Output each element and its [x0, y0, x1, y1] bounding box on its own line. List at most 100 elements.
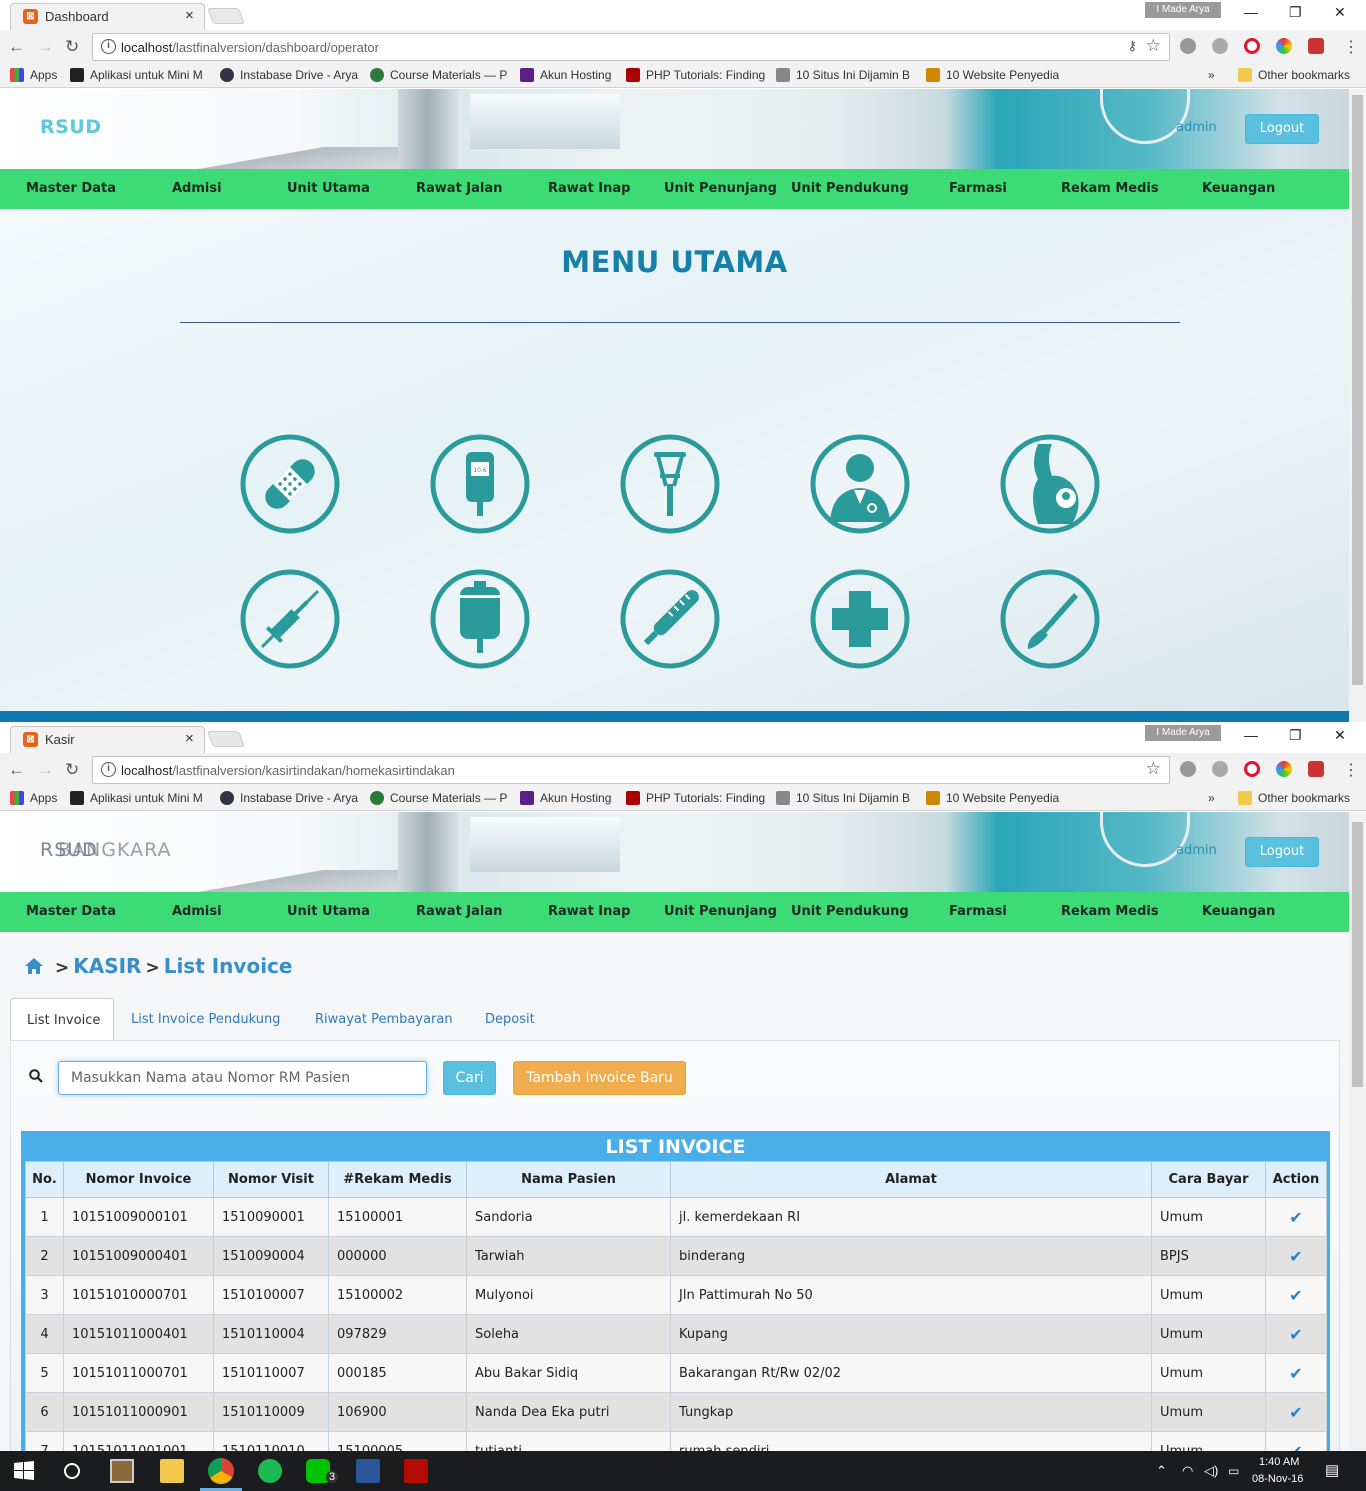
chrome-menu-icon[interactable]: ⋮	[1343, 37, 1359, 57]
bookmark-item[interactable]: Course Materials — P	[370, 68, 510, 82]
bookmark-star-icon[interactable]: ☆	[1146, 759, 1161, 779]
menu-rawat-inap[interactable]: Rawat Inap	[548, 181, 630, 196]
other-bookmarks[interactable]: Other bookmarks	[1238, 68, 1350, 82]
menu-rekam-medis[interactable]: Rekam Medis	[1061, 904, 1159, 919]
minimize-icon[interactable]: —	[1244, 4, 1258, 20]
globe-extension-icon[interactable]	[1212, 761, 1228, 777]
menu-keuangan[interactable]: Keuangan	[1202, 904, 1275, 919]
check-icon[interactable]: ✔	[1289, 1442, 1302, 1452]
doctor-icon[interactable]	[810, 434, 910, 534]
bookmark-item[interactable]: 10 Situs Ini Dijamin B	[776, 68, 916, 82]
breadcrumb-kasir[interactable]: KASIR	[73, 954, 141, 978]
address-bar[interactable]: i localhost/lastfinalversion/kasirtindak…	[92, 756, 1170, 784]
column-header[interactable]: #Rekam Medis	[328, 1161, 467, 1198]
acrobat-icon[interactable]	[404, 1459, 428, 1483]
bookmark-item[interactable]: PHP Tutorials: Finding	[626, 791, 766, 805]
profile-name[interactable]: I Made Arya	[1145, 725, 1221, 741]
crutch-icon[interactable]	[620, 434, 720, 534]
menu-rawat-inap[interactable]: Rawat Inap	[548, 904, 630, 919]
back-icon[interactable]: ←	[8, 37, 25, 57]
scrollbar-thumb[interactable]	[1352, 95, 1363, 685]
chevron-up-icon[interactable]: ⌃	[1156, 1463, 1167, 1479]
profile-name[interactable]: I Made Arya	[1145, 2, 1221, 18]
extension-icon[interactable]	[1180, 761, 1196, 777]
reload-icon[interactable]: ↻	[65, 760, 79, 780]
key-icon[interactable]: ⚷	[1127, 38, 1137, 54]
search-button[interactable]: Cari	[443, 1061, 496, 1095]
clock-date[interactable]: 08-Nov-16	[1252, 1473, 1303, 1485]
minimize-icon[interactable]: —	[1244, 727, 1258, 743]
menu-master-data[interactable]: Master Data	[26, 181, 116, 196]
column-header[interactable]: Nomor Invoice	[63, 1161, 214, 1198]
file-explorer-icon[interactable]	[160, 1459, 184, 1483]
bookmark-item[interactable]: 10 Website Penyedia	[926, 68, 1066, 82]
color-extension-icon[interactable]	[1276, 761, 1292, 777]
bookmark-item[interactable]: 10 Situs Ini Dijamin B	[776, 791, 916, 805]
menu-unit-penunjang[interactable]: Unit Penunjang	[664, 181, 777, 196]
column-header[interactable]: No.	[25, 1161, 64, 1198]
menu-keuangan[interactable]: Keuangan	[1202, 181, 1275, 196]
info-icon[interactable]: i	[101, 39, 116, 54]
globe-extension-icon[interactable]	[1212, 38, 1228, 54]
logout-button[interactable]: Logout	[1245, 837, 1319, 867]
windows-start-icon[interactable]	[12, 1459, 36, 1483]
site-logo[interactable]: RSUD	[40, 839, 98, 861]
close-window-icon[interactable]: ✕	[1334, 4, 1346, 21]
menu-rekam-medis[interactable]: Rekam Medis	[1061, 181, 1159, 196]
bookmark-star-icon[interactable]: ☆	[1146, 36, 1161, 56]
chrome-icon[interactable]	[208, 1458, 234, 1484]
bookmark-apps[interactable]: Apps	[10, 68, 57, 82]
admin-user-link[interactable]: admin	[1176, 120, 1217, 135]
scalpel-icon[interactable]	[1000, 569, 1100, 669]
browser-tab-kasir[interactable]: ⊠ Kasir ×	[10, 726, 205, 753]
menu-farmasi[interactable]: Farmasi	[949, 904, 1007, 919]
tab-list-invoice-pendukung[interactable]: List Invoice Pendukung	[131, 1012, 280, 1027]
url-text[interactable]: localhost/lastfinalversion/kasirtindakan…	[121, 763, 455, 778]
bookmark-item[interactable]: Instabase Drive - Arya	[220, 68, 360, 82]
menu-rawat-jalan[interactable]: Rawat Jalan	[416, 181, 502, 196]
logout-button[interactable]: Logout	[1245, 114, 1319, 144]
more-bookmarks[interactable]: »	[1208, 68, 1215, 82]
check-icon[interactable]: ✔	[1289, 1364, 1302, 1383]
info-icon[interactable]: i	[101, 762, 116, 777]
close-tab-icon[interactable]: ×	[185, 730, 194, 747]
search-input[interactable]	[59, 1062, 426, 1094]
column-header[interactable]: Alamat	[670, 1161, 1152, 1198]
color-extension-icon[interactable]	[1276, 38, 1292, 54]
column-header[interactable]: Nama Pasien	[466, 1161, 671, 1198]
new-tab-button[interactable]	[207, 731, 245, 747]
tab-riwayat-pembayaran[interactable]: Riwayat Pembayaran	[315, 1012, 453, 1027]
syringe-icon[interactable]	[240, 569, 340, 669]
menu-unit-pendukung[interactable]: Unit Pendukung	[791, 904, 909, 919]
menu-unit-pendukung[interactable]: Unit Pendukung	[791, 181, 909, 196]
more-bookmarks[interactable]: »	[1208, 791, 1215, 805]
check-icon[interactable]: ✔	[1289, 1403, 1302, 1422]
bookmark-item[interactable]: Aplikasi untuk Mini M	[70, 791, 210, 805]
admin-user-link[interactable]: admin	[1176, 843, 1217, 858]
other-bookmarks[interactable]: Other bookmarks	[1238, 791, 1350, 805]
mail-extension-icon[interactable]	[1308, 38, 1324, 54]
menu-admisi[interactable]: Admisi	[172, 181, 222, 196]
word-icon[interactable]	[356, 1459, 380, 1483]
bookmark-apps[interactable]: Apps	[10, 791, 57, 805]
iv-bag-icon[interactable]	[430, 569, 530, 669]
forward-icon[interactable]: →	[37, 760, 54, 780]
pregnancy-icon[interactable]	[1000, 434, 1100, 534]
bookmark-item[interactable]: 10 Website Penyedia	[926, 791, 1066, 805]
thermometer-icon[interactable]	[620, 569, 720, 669]
check-icon[interactable]: ✔	[1289, 1325, 1302, 1344]
menu-admisi[interactable]: Admisi	[172, 904, 222, 919]
sublime-icon[interactable]	[110, 1459, 134, 1483]
vertical-scrollbar[interactable]	[1349, 89, 1366, 722]
tab-deposit[interactable]: Deposit	[485, 1012, 535, 1027]
bookmark-item[interactable]: Course Materials — P	[370, 791, 510, 805]
column-header[interactable]: Cara Bayar	[1151, 1161, 1266, 1198]
site-logo[interactable]: RSUD	[40, 116, 102, 138]
chrome-menu-icon[interactable]: ⋮	[1343, 760, 1359, 780]
menu-unit-penunjang[interactable]: Unit Penunjang	[664, 904, 777, 919]
menu-master-data[interactable]: Master Data	[26, 904, 116, 919]
back-icon[interactable]: ←	[8, 760, 25, 780]
reload-icon[interactable]: ↻	[65, 37, 79, 57]
bookmark-item[interactable]: Akun Hosting	[520, 791, 611, 805]
restore-icon[interactable]: ❐	[1289, 727, 1302, 744]
